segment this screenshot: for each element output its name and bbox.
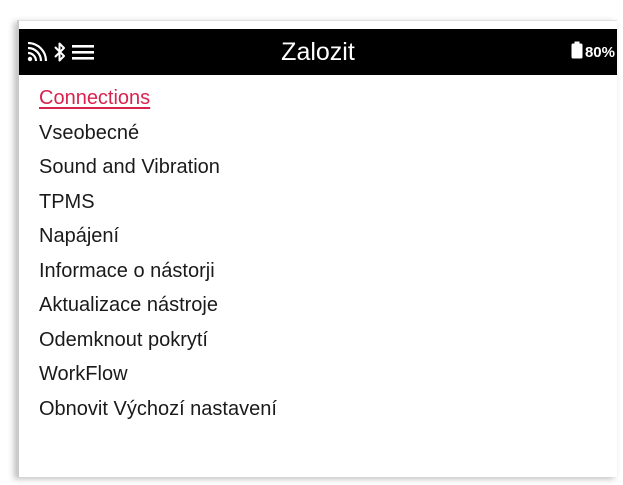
battery-icon: [571, 41, 583, 63]
status-bar: Zalozit 80%: [19, 29, 617, 75]
menu-item[interactable]: WorkFlow: [39, 357, 277, 392]
menu-item[interactable]: Informace o nástorji: [39, 254, 277, 289]
menu-item[interactable]: Odemknout pokrytí: [39, 323, 277, 358]
menu-item[interactable]: Napájení: [39, 219, 277, 254]
menu-item[interactable]: Connections: [39, 81, 277, 116]
page-title: Zalozit: [281, 38, 355, 66]
menu-item[interactable]: Sound and Vibration: [39, 150, 277, 185]
battery-indicator: 80%: [571, 29, 615, 75]
menu-item[interactable]: TPMS: [39, 185, 277, 220]
device-screen: Zalozit 80% Connections Vseobecné Sound an…: [17, 20, 617, 477]
menu-item[interactable]: Vseobecné: [39, 116, 277, 151]
menu-item[interactable]: Aktualizace nástroje: [39, 288, 277, 323]
settings-menu: Connections Vseobecné Sound and Vibration T…: [39, 81, 277, 426]
menu-item[interactable]: Obnovit Výchozí nastavení: [39, 392, 277, 427]
battery-percentage: 80%: [584, 43, 615, 61]
